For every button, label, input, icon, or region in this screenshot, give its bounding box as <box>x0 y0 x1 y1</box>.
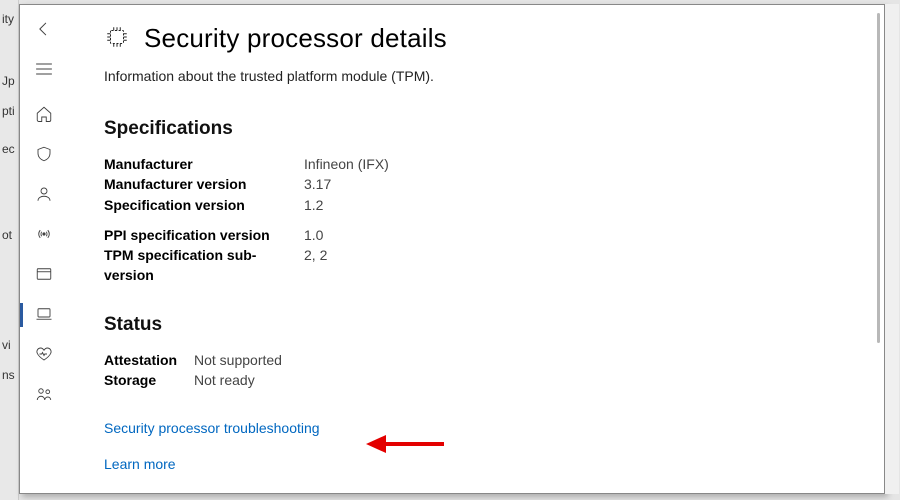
learn-more-link[interactable]: Learn more <box>104 456 844 472</box>
status-table: AttestationNot supported StorageNot read… <box>104 350 844 391</box>
window-icon <box>35 265 53 286</box>
nav-firewall[interactable] <box>20 215 68 255</box>
spec-row: Manufacturer version3.17 <box>104 174 844 194</box>
spec-row: ManufacturerInfineon (IFX) <box>104 154 844 174</box>
nav-virus[interactable] <box>20 135 68 175</box>
nav-home[interactable] <box>20 95 68 135</box>
background-window-strip: ity Jp pti ec ot vi ns <box>0 0 19 500</box>
page-subtitle: Information about the trusted platform m… <box>104 68 844 84</box>
settings-window: Security processor details Information a… <box>19 4 885 494</box>
page-title: Security processor details <box>144 23 447 54</box>
specifications-table: ManufacturerInfineon (IFX) Manufacturer … <box>104 154 844 286</box>
spec-row: TPM specification sub-version2, 2 <box>104 245 844 286</box>
outer-scrollbar[interactable] <box>885 4 899 494</box>
nav-sidebar <box>20 5 68 493</box>
heart-pulse-icon <box>35 345 53 366</box>
laptop-icon <box>35 305 53 326</box>
nav-performance[interactable] <box>20 335 68 375</box>
spec-row: PPI specification version1.0 <box>104 225 844 245</box>
chip-icon <box>104 24 130 53</box>
status-row: AttestationNot supported <box>104 350 844 370</box>
nav-account[interactable] <box>20 175 68 215</box>
broadcast-icon <box>35 225 53 246</box>
spec-row: Specification version1.2 <box>104 195 844 215</box>
main-content: Security processor details Information a… <box>68 5 884 493</box>
person-icon <box>35 185 53 206</box>
nav-app-browser[interactable] <box>20 255 68 295</box>
nav-device-security[interactable] <box>20 295 68 335</box>
specifications-heading: Specifications <box>104 118 844 140</box>
content-scrollbar[interactable] <box>877 13 880 343</box>
hamburger-menu-button[interactable] <box>20 49 68 89</box>
back-button[interactable] <box>20 9 68 49</box>
status-heading: Status <box>104 314 844 336</box>
troubleshooting-link[interactable]: Security processor troubleshooting <box>104 420 844 436</box>
status-row: StorageNot ready <box>104 370 844 390</box>
family-icon <box>35 385 53 406</box>
nav-family[interactable] <box>20 375 68 415</box>
home-icon <box>35 105 53 126</box>
shield-icon <box>35 145 53 166</box>
